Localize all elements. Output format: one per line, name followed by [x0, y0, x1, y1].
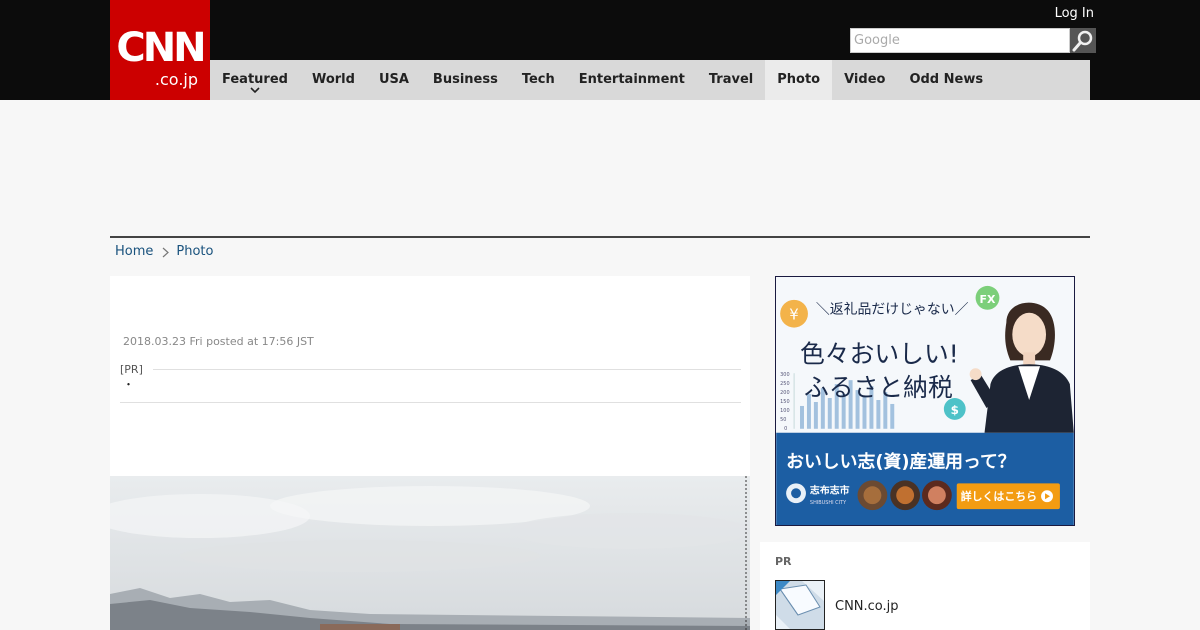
article-photo	[110, 476, 750, 630]
ad-graphic: 300 250 200 150 100 50 0 ¥ FX $ ＼返礼品だけじゃ…	[776, 277, 1074, 525]
login-link[interactable]: Log In	[1055, 6, 1094, 22]
ad-cta-button[interactable]: 詳しくはこちら	[956, 483, 1060, 510]
chart-tick: 50	[780, 417, 786, 423]
ad-headline-2: ふるさと納税	[804, 373, 953, 402]
svg-text:志布志市: 志布志市	[810, 483, 850, 496]
search-box	[850, 28, 1096, 53]
nav-item-travel[interactable]: Travel	[697, 60, 765, 100]
chart-tick: 200	[780, 390, 789, 396]
svg-text:FX: FX	[980, 293, 996, 306]
chevron-right-icon	[162, 247, 170, 257]
chart-tick: 250	[780, 381, 789, 387]
pr-text-link[interactable]: ・	[123, 378, 134, 392]
furusato-ad-banner[interactable]: 300 250 200 150 100 50 0 ¥ FX $ ＼返礼品だけじゃ…	[775, 276, 1075, 526]
pr-box: PR CNN.co.jp	[760, 542, 1090, 630]
pr-item-thumbnail[interactable]	[775, 580, 825, 630]
ad-headline-1: 色々おいしい!	[800, 339, 959, 368]
nav-item-label: Tech	[521, 72, 555, 87]
breadcrumb-photo-link[interactable]: Photo	[176, 244, 213, 260]
svg-text:$: $	[951, 403, 959, 417]
cnn-logo[interactable]: CNN .co.jp	[110, 0, 210, 100]
pr-item-title[interactable]: CNN.co.jp	[835, 599, 899, 615]
nav-item-usa[interactable]: USA	[367, 60, 421, 100]
ad-bottom-headline: おいしい志(資)産運用って？	[786, 450, 1016, 472]
chevron-down-icon	[250, 87, 260, 94]
nav-item-photo[interactable]: Photo	[765, 60, 833, 100]
logo-sub-text: .co.jp	[154, 70, 198, 89]
chart-tick: 0	[784, 426, 787, 432]
nav-item-odd-news[interactable]: Odd News	[897, 60, 995, 100]
content-divider	[110, 236, 1090, 238]
nav-item-entertainment[interactable]: Entertainment	[567, 60, 697, 100]
nav-item-world[interactable]: World	[300, 60, 367, 100]
nav-item-label: Video	[844, 72, 886, 87]
search-button[interactable]	[1070, 28, 1096, 53]
top-bar: CNN .co.jp Log In Featured World USA Bus…	[0, 0, 1200, 100]
nav-item-label: Travel	[708, 72, 754, 87]
chart-tick: 150	[780, 399, 789, 405]
ad-top-line: ＼返礼品だけじゃない／	[816, 302, 969, 318]
svg-text:詳しくはこちら: 詳しくはこちら	[961, 489, 1037, 503]
chart-tick: 100	[780, 408, 789, 414]
fx-badge: FX	[975, 285, 1000, 310]
thumbnail-image	[776, 581, 824, 629]
nav-item-label: Photo	[777, 72, 821, 87]
nav-item-label: Business	[432, 72, 498, 87]
pr-divider-top	[153, 369, 741, 370]
main-nav: Featured World USA Business Tech Enterta…	[210, 60, 1090, 100]
svg-text:¥: ¥	[789, 306, 798, 324]
nav-item-label: Odd News	[909, 72, 984, 87]
pr-label: [PR]	[120, 363, 143, 376]
breadcrumb-home-link[interactable]: Home	[115, 244, 153, 260]
pr-box-title: PR	[775, 555, 792, 568]
svg-text:SHIBUSHI CITY: SHIBUSHI CITY	[810, 500, 847, 506]
nav-item-video[interactable]: Video	[832, 60, 897, 100]
search-input[interactable]	[850, 28, 1070, 53]
nav-item-tech[interactable]: Tech	[510, 60, 567, 100]
article-card: 2018.03.23 Fri posted at 17:56 JST [PR] …	[110, 276, 750, 630]
chart-tick: 300	[780, 372, 789, 378]
search-icon	[1072, 30, 1093, 52]
nav-item-label: USA	[378, 72, 409, 87]
pr-divider-bottom	[120, 402, 741, 403]
nav-item-featured[interactable]: Featured	[210, 60, 300, 100]
logo-main-text: CNN	[116, 25, 206, 71]
yen-badge: ¥	[780, 299, 808, 328]
ad-food-photos	[857, 480, 952, 511]
shibushi-city-logo: 志布志市 SHIBUSHI CITY	[786, 483, 850, 506]
breadcrumb: Home Photo	[115, 244, 213, 260]
posted-timestamp: 2018.03.23 Fri posted at 17:56 JST	[123, 335, 314, 348]
nav-item-label: Entertainment	[578, 72, 685, 87]
nav-item-label: Featured	[222, 72, 288, 87]
nav-item-label: World	[311, 72, 355, 87]
nav-item-business[interactable]: Business	[421, 60, 510, 100]
